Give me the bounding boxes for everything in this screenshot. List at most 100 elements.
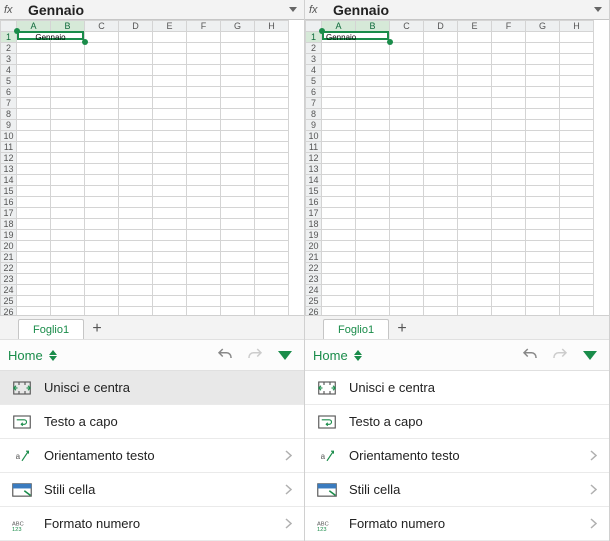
cell[interactable]	[526, 219, 560, 230]
menu-item-orient[interactable]: aOrientamento testo	[305, 439, 609, 473]
selection-a1b1[interactable]: Gennaio	[322, 31, 389, 40]
cell[interactable]	[221, 153, 255, 164]
row-header-20[interactable]: 20	[1, 241, 17, 252]
spreadsheet-grid[interactable]: ABCDEFGH12345678910111213141516171819202…	[305, 20, 609, 315]
undo-button[interactable]	[214, 344, 236, 366]
cell[interactable]	[51, 153, 85, 164]
cell[interactable]	[153, 120, 187, 131]
menu-item-merge[interactable]: Unisci e centra	[305, 371, 609, 405]
cell[interactable]	[492, 186, 526, 197]
cell[interactable]	[51, 241, 85, 252]
cell[interactable]	[51, 274, 85, 285]
row-header-23[interactable]: 23	[306, 274, 322, 285]
cell[interactable]	[17, 131, 51, 142]
cell[interactable]	[221, 65, 255, 76]
cell[interactable]	[390, 131, 424, 142]
cell[interactable]	[356, 186, 390, 197]
cell[interactable]	[187, 153, 221, 164]
cell[interactable]	[221, 263, 255, 274]
cell[interactable]	[390, 274, 424, 285]
cell[interactable]	[526, 142, 560, 153]
cell[interactable]	[322, 65, 356, 76]
cell[interactable]	[356, 263, 390, 274]
cell[interactable]	[187, 98, 221, 109]
formula-value[interactable]: Gennaio	[24, 2, 286, 18]
cell[interactable]	[424, 230, 458, 241]
cell[interactable]	[187, 65, 221, 76]
row-header-9[interactable]: 9	[306, 120, 322, 131]
cell[interactable]	[458, 175, 492, 186]
cell[interactable]	[356, 142, 390, 153]
cell[interactable]	[458, 142, 492, 153]
cell[interactable]	[458, 252, 492, 263]
menu-item-wrap[interactable]: Testo a capo	[305, 405, 609, 439]
cell[interactable]	[153, 54, 187, 65]
add-sheet-button[interactable]: +	[389, 319, 415, 339]
cell[interactable]	[51, 43, 85, 54]
cell[interactable]	[85, 142, 119, 153]
cell[interactable]	[390, 208, 424, 219]
cell[interactable]	[17, 252, 51, 263]
cell[interactable]	[17, 186, 51, 197]
cell[interactable]	[255, 252, 289, 263]
cell[interactable]	[458, 307, 492, 316]
cell[interactable]	[322, 263, 356, 274]
menu-item-styles[interactable]: Stili cella	[0, 473, 304, 507]
cell[interactable]	[187, 175, 221, 186]
cell[interactable]	[458, 197, 492, 208]
cell[interactable]	[390, 98, 424, 109]
cell[interactable]	[492, 285, 526, 296]
cell[interactable]	[390, 76, 424, 87]
cell[interactable]	[526, 164, 560, 175]
cell[interactable]	[85, 164, 119, 175]
cell[interactable]	[560, 230, 594, 241]
row-header-25[interactable]: 25	[306, 296, 322, 307]
cell[interactable]	[255, 208, 289, 219]
selection-handle-tl[interactable]	[14, 28, 20, 34]
cell[interactable]	[17, 164, 51, 175]
cell[interactable]	[424, 285, 458, 296]
cell[interactable]	[322, 131, 356, 142]
cell[interactable]	[390, 230, 424, 241]
cell[interactable]	[424, 219, 458, 230]
cell[interactable]	[85, 43, 119, 54]
cell[interactable]	[560, 252, 594, 263]
row-header-3[interactable]: 3	[306, 54, 322, 65]
cell[interactable]	[356, 164, 390, 175]
column-header-d[interactable]: D	[424, 21, 458, 32]
cell[interactable]	[424, 131, 458, 142]
cell[interactable]	[560, 208, 594, 219]
cell[interactable]	[187, 109, 221, 120]
cell[interactable]	[255, 175, 289, 186]
cell[interactable]	[187, 76, 221, 87]
cell[interactable]	[322, 230, 356, 241]
cell[interactable]	[17, 219, 51, 230]
cell[interactable]	[526, 120, 560, 131]
column-header-a[interactable]: A	[17, 21, 51, 32]
row-header-19[interactable]: 19	[1, 230, 17, 241]
cell[interactable]	[221, 208, 255, 219]
cell[interactable]	[51, 87, 85, 98]
cell[interactable]	[390, 32, 424, 43]
cell[interactable]	[458, 296, 492, 307]
cell[interactable]	[187, 252, 221, 263]
cell[interactable]	[153, 131, 187, 142]
cell[interactable]	[153, 43, 187, 54]
row-header-20[interactable]: 20	[306, 241, 322, 252]
row-header-6[interactable]: 6	[306, 87, 322, 98]
cell[interactable]	[390, 109, 424, 120]
column-header-a[interactable]: A	[322, 21, 356, 32]
cell[interactable]	[526, 175, 560, 186]
cell[interactable]	[119, 98, 153, 109]
cell[interactable]	[458, 274, 492, 285]
menu-item-numfmt[interactable]: ABC123Formato numero	[0, 507, 304, 541]
cell[interactable]	[322, 307, 356, 316]
cell[interactable]	[119, 164, 153, 175]
cell[interactable]	[356, 153, 390, 164]
cell[interactable]	[492, 131, 526, 142]
cell[interactable]	[424, 98, 458, 109]
cell[interactable]	[221, 296, 255, 307]
cell[interactable]	[119, 87, 153, 98]
row-header-5[interactable]: 5	[1, 76, 17, 87]
cell[interactable]	[17, 98, 51, 109]
